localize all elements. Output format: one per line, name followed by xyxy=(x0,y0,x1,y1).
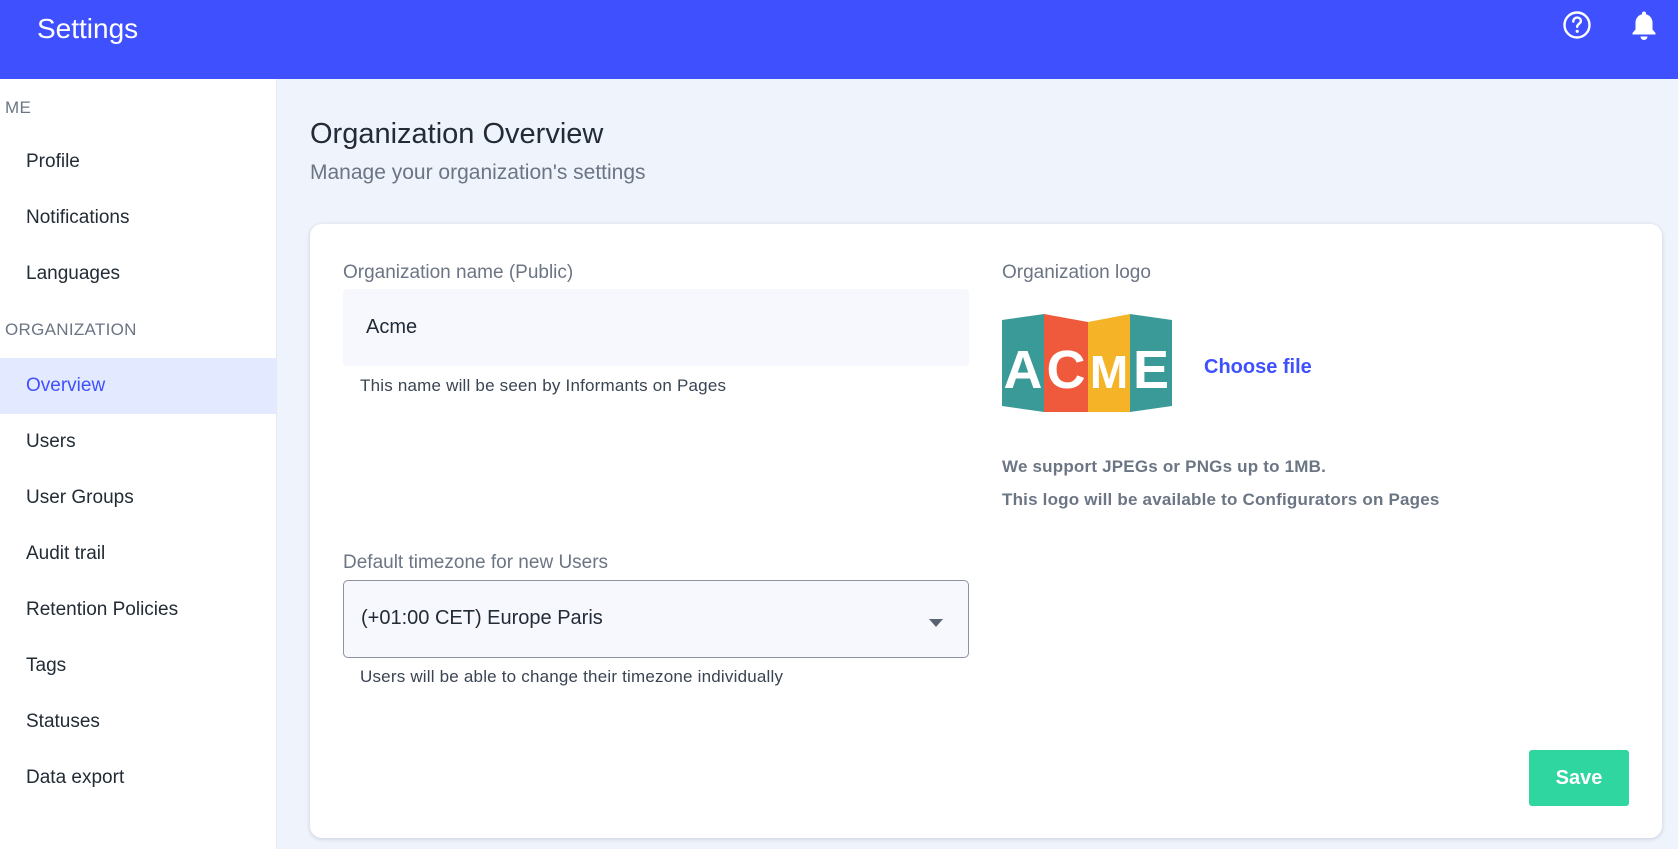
sidebar-section-organization: ORGANIZATION xyxy=(5,320,137,339)
org-logo-label: Organization logo xyxy=(1002,262,1151,283)
timezone-select[interactable]: (+01:00 CET) Europe Paris xyxy=(343,580,969,658)
sidebar-item-overview[interactable]: Overview xyxy=(0,358,276,414)
bell-icon[interactable] xyxy=(1627,8,1661,42)
sidebar-item-profile[interactable]: Profile xyxy=(0,134,276,190)
sidebar-item-tags[interactable]: Tags xyxy=(0,638,276,694)
sidebar-item-statuses[interactable]: Statuses xyxy=(0,694,276,750)
choose-file-link[interactable]: Choose file xyxy=(1204,356,1312,379)
org-name-label: Organization name (Public) xyxy=(343,262,574,283)
logo-letter-e: E xyxy=(1133,340,1169,400)
sidebar-item-audit-trail[interactable]: Audit trail xyxy=(0,526,276,582)
page-title: Settings xyxy=(37,13,139,44)
sidebar-item-user-groups[interactable]: User Groups xyxy=(0,470,276,526)
logo-letter-a: A xyxy=(1004,340,1043,400)
logo-format-note: We support JPEGs or PNGs up to 1MB. xyxy=(1002,457,1327,476)
timezone-value: (+01:00 CET) Europe Paris xyxy=(361,607,603,629)
acme-logo: A C M E xyxy=(1002,314,1172,412)
org-name-input[interactable] xyxy=(343,289,969,366)
chevron-down-icon xyxy=(928,615,944,633)
sidebar-item-data-export[interactable]: Data export xyxy=(0,750,276,806)
sidebar-section-me: ME xyxy=(5,98,32,117)
sidebar-item-users[interactable]: Users xyxy=(0,414,276,470)
timezone-label: Default timezone for new Users xyxy=(343,552,609,573)
help-icon[interactable] xyxy=(1560,8,1594,42)
sidebar: ME Profile Notifications Languages ORGAN… xyxy=(0,79,277,849)
sidebar-item-notifications[interactable]: Notifications xyxy=(0,190,276,246)
logo-availability-note: This logo will be available to Configura… xyxy=(1002,490,1440,509)
logo-letter-m: M xyxy=(1090,346,1128,398)
timezone-hint: Users will be able to change their timez… xyxy=(360,667,784,686)
top-bar: Settings xyxy=(0,0,1678,79)
sidebar-item-languages[interactable]: Languages xyxy=(0,246,276,302)
section-subtitle: Manage your organization's settings xyxy=(310,161,646,184)
save-button[interactable]: Save xyxy=(1529,750,1629,806)
settings-card: Organization name (Public) This name wil… xyxy=(310,224,1662,838)
org-name-hint: This name will be seen by Informants on … xyxy=(360,376,727,395)
logo-letter-c: C xyxy=(1047,340,1086,400)
section-title: Organization Overview xyxy=(310,118,604,150)
sidebar-item-retention-policies[interactable]: Retention Policies xyxy=(0,582,276,638)
